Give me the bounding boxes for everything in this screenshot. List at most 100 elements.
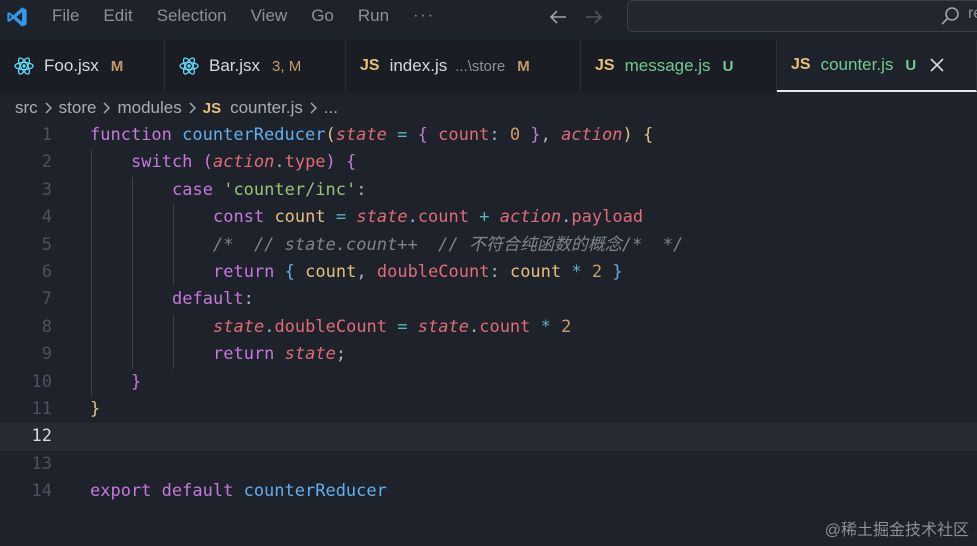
indent-guide — [173, 204, 174, 232]
code-text: } — [131, 371, 142, 392]
indent-guide — [132, 313, 133, 342]
tab-message-js[interactable]: JS message.js U — [581, 40, 777, 92]
code-line[interactable]: 10} — [0, 368, 977, 396]
tab-label: Foo.jsx — [44, 56, 99, 75]
line-number: 13 — [31, 453, 52, 474]
breadcrumb-file[interactable]: counter.js — [230, 98, 303, 118]
line-number: 3 — [41, 179, 52, 200]
code-text: export default counterReducer — [90, 481, 387, 502]
menu-view[interactable]: View — [239, 0, 300, 34]
navigation-arrows — [545, 0, 607, 34]
code-line[interactable]: 4 const count = state.count + action.payl… — [0, 204, 977, 232]
breadcrumb-symbols[interactable]: ... — [324, 98, 338, 118]
tab-label: index.js — [389, 56, 448, 75]
command-center-search[interactable]: re — [627, 0, 977, 32]
title-bar: File Edit Selection View Go Run ··· re — [0, 0, 977, 34]
line-number: 1 — [41, 125, 52, 145]
react-icon — [14, 56, 34, 76]
breadcrumb-store[interactable]: store — [59, 98, 97, 118]
code-line[interactable]: 7 default: — [0, 286, 977, 314]
code-line[interactable]: 12 — [0, 423, 977, 451]
menu-more[interactable]: ··· — [401, 0, 447, 34]
code-line[interactable]: 13 — [0, 451, 977, 478]
editor-tab-bar: Foo.jsx M Bar.jsx 3, M JS index.js ...\s… — [0, 40, 977, 92]
tab-label: counter.js — [820, 55, 894, 74]
code-line[interactable]: 2 switch (action.type) { — [0, 149, 977, 177]
menu-file[interactable]: File — [40, 0, 91, 34]
menu-run[interactable]: Run — [346, 0, 401, 34]
code-line[interactable]: 14 export default counterReducer — [0, 478, 977, 505]
tab-bar-jsx[interactable]: Bar.jsx 3, M — [165, 40, 346, 92]
tab-counter-js[interactable]: JS counter.js U — [777, 40, 977, 92]
line-number: 11 — [31, 399, 52, 419]
chevron-right-icon — [188, 101, 197, 115]
back-arrow-icon[interactable] — [545, 4, 571, 30]
line-number: 9 — [41, 344, 52, 365]
js-icon: JS — [595, 57, 615, 74]
js-icon: JS — [360, 57, 380, 74]
watermark: @稀土掘金技术社区 — [824, 522, 969, 539]
search-icon — [940, 6, 960, 31]
indent-guide — [173, 341, 174, 369]
code-text: } — [90, 399, 101, 419]
indent-guide — [132, 259, 133, 287]
line-number: 8 — [41, 316, 52, 337]
chevron-right-icon — [309, 101, 318, 115]
line-number: 6 — [41, 262, 52, 282]
indent-guide — [91, 204, 92, 232]
tab-path-description: ...\store — [455, 57, 506, 75]
menu-go[interactable]: Go — [299, 0, 346, 34]
tab-label: Bar.jsx — [209, 56, 261, 75]
git-status-badge: U — [905, 56, 917, 74]
code-line[interactable]: 6 return { count, doubleCount: count * 2 … — [0, 259, 977, 287]
code-text: /* // state.count++ // 不符合纯函数的概念/* */ — [213, 234, 684, 255]
code-line[interactable]: 3 case 'counter/inc': — [0, 176, 977, 205]
line-number: 12 — [31, 426, 52, 447]
indent-guide — [91, 176, 92, 205]
git-status-badge: M — [110, 57, 124, 75]
code-line[interactable]: 11} — [0, 396, 977, 423]
vscode-logo-icon[interactable] — [0, 0, 34, 34]
code-line[interactable]: 5 /* // state.count++ // 不符合纯函数的概念/* */ — [0, 231, 977, 259]
code-text: default: — [172, 289, 254, 310]
tab-index-js[interactable]: JS index.js ...\store M — [346, 40, 581, 92]
tab-label: message.js — [624, 56, 711, 75]
forward-arrow-icon[interactable] — [581, 4, 607, 30]
line-number: 10 — [31, 371, 52, 392]
indent-guide — [91, 231, 92, 259]
code-text: return { count, doubleCount: count * 2 } — [213, 262, 623, 282]
chevron-right-icon — [102, 101, 111, 115]
line-number: 2 — [41, 152, 52, 173]
code-line[interactable]: 1 function counterReducer(state = { count… — [0, 122, 977, 149]
indent-guide — [173, 259, 174, 287]
indent-guide — [132, 231, 133, 259]
code-text: return state; — [213, 344, 347, 365]
indent-guide — [91, 149, 92, 177]
code-text: switch (action.type) { — [131, 152, 357, 173]
chevron-right-icon — [44, 101, 53, 115]
indent-guide — [91, 313, 92, 342]
indent-guide — [132, 204, 133, 232]
indent-guide — [91, 286, 92, 314]
indent-guide — [132, 286, 133, 314]
git-status-badge: U — [722, 57, 734, 75]
problem-count-badge: 3, M — [272, 57, 302, 75]
breadcrumb-modules[interactable]: modules — [117, 98, 181, 118]
indent-guide — [91, 259, 92, 287]
code-text: function counterReducer(state = { count:… — [90, 125, 654, 145]
git-status-badge: M — [517, 57, 530, 75]
menu-selection[interactable]: Selection — [145, 0, 239, 34]
menu-edit[interactable]: Edit — [91, 0, 144, 34]
code-line[interactable]: 9 return state; — [0, 341, 977, 369]
breadcrumb-src[interactable]: src — [15, 98, 38, 118]
react-icon — [179, 56, 199, 76]
js-icon: JS — [202, 99, 222, 117]
code-line[interactable]: 8 state.doubleCount = state.count * 2 — [0, 313, 977, 342]
line-number: 4 — [41, 207, 52, 228]
tab-foo-jsx[interactable]: Foo.jsx M — [0, 40, 165, 92]
close-tab-icon[interactable] — [930, 58, 944, 72]
code-editor[interactable]: 1 function counterReducer(state = { count… — [0, 122, 977, 507]
indent-guide — [91, 368, 92, 396]
code-text: state.doubleCount = state.count * 2 — [213, 316, 572, 337]
indent-guide — [91, 341, 92, 369]
